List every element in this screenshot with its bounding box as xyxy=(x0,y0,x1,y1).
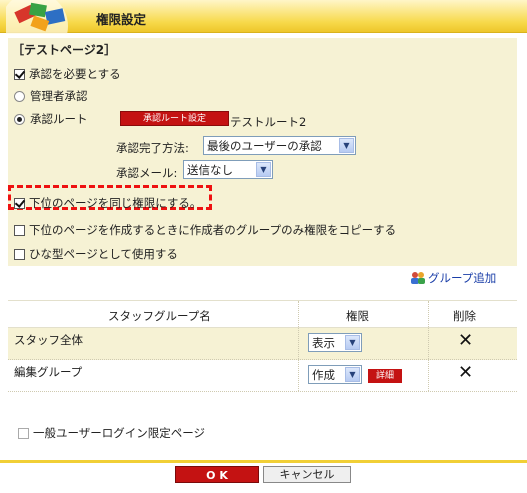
column-header-name: スタッフグループ名 xyxy=(108,309,211,323)
completion-method-value: 最後のユーザーの承認 xyxy=(207,138,322,153)
admin-approval-row[interactable]: 管理者承認 xyxy=(14,88,88,104)
admin-approval-radio[interactable] xyxy=(14,90,25,102)
table-header: スタッフグループ名 権限 削除 xyxy=(8,300,517,328)
template-use-row[interactable]: ひな型ページとして使用する xyxy=(14,246,178,262)
group-name: 編集グループ xyxy=(14,365,83,379)
approval-route-radio[interactable] xyxy=(14,113,25,125)
completion-method-select[interactable]: 最後のユーザーの承認 ▼ xyxy=(203,136,356,155)
delete-x-icon[interactable]: ✕ xyxy=(458,330,473,351)
require-approval-row[interactable]: 承認を必要とする xyxy=(14,66,121,82)
chevron-down-icon: ▼ xyxy=(256,162,271,177)
same-permission-label: 下位のページを同じ権限にする。 xyxy=(29,196,202,210)
login-only-row[interactable]: 一般ユーザーログイン限定ページ xyxy=(18,425,205,441)
column-divider xyxy=(298,360,299,391)
column-header-delete: 削除 xyxy=(453,309,476,323)
cancel-button[interactable]: キャンセル xyxy=(263,466,351,483)
table-row: 編集グループ 作成 ▼ 詳細 ✕ xyxy=(8,360,517,392)
settings-panel: ［テストページ2］ 承認を必要とする 管理者承認 承認ルート 承認ルート設定 テ… xyxy=(8,38,517,266)
footer-divider xyxy=(0,460,527,463)
detail-button[interactable]: 詳細 xyxy=(368,369,402,383)
copy-permission-row[interactable]: 下位のページを作成するときに作成者のグループのみ権限をコピーする xyxy=(14,222,396,238)
require-approval-checkbox[interactable] xyxy=(14,68,25,80)
same-permission-checkbox[interactable] xyxy=(14,197,25,209)
delete-x-icon[interactable]: ✕ xyxy=(458,362,473,383)
template-use-label: ひな型ページとして使用する xyxy=(29,247,178,261)
login-only-label: 一般ユーザーログイン限定ページ xyxy=(33,426,206,440)
add-group-link[interactable]: グループ追加 xyxy=(410,270,496,286)
column-divider xyxy=(428,301,429,327)
header-bar: 権限設定 xyxy=(0,0,527,34)
table-row: スタッフ全体 表示 ▼ ✕ xyxy=(8,328,517,360)
permission-table: スタッフグループ名 権限 削除 スタッフ全体 表示 ▼ ✕ 編集グループ 作成 … xyxy=(8,300,517,392)
completion-method-label: 承認完了方法: xyxy=(116,141,189,155)
add-group-label: グループ追加 xyxy=(428,271,497,285)
approval-route-row[interactable]: 承認ルート xyxy=(14,111,88,127)
require-approval-label: 承認を必要とする xyxy=(29,67,121,81)
route-name: テストルート2 xyxy=(230,115,307,129)
chevron-down-icon: ▼ xyxy=(345,367,360,382)
column-divider xyxy=(428,328,429,359)
same-permission-row[interactable]: 下位のページを同じ権限にする。 xyxy=(14,195,201,211)
column-header-permission: 権限 xyxy=(346,309,369,323)
permission-value: 表示 xyxy=(312,335,335,350)
admin-approval-label: 管理者承認 xyxy=(30,89,88,103)
page-name-label: ［テストページ2］ xyxy=(12,43,117,57)
login-only-checkbox[interactable] xyxy=(18,427,29,439)
approval-route-label: 承認ルート xyxy=(30,112,88,126)
copy-permission-label: 下位のページを作成するときに作成者のグループのみ権限をコピーする xyxy=(29,223,397,237)
page-title: 権限設定 xyxy=(96,12,147,27)
column-divider xyxy=(298,328,299,359)
approval-mail-label: 承認メール: xyxy=(116,166,178,180)
permission-select[interactable]: 作成 ▼ xyxy=(308,365,362,384)
ok-button[interactable]: O K xyxy=(175,466,259,483)
group-add-icon xyxy=(411,272,425,284)
route-settings-button[interactable]: 承認ルート設定 xyxy=(120,111,229,126)
permission-select[interactable]: 表示 ▼ xyxy=(308,333,362,352)
chevron-down-icon: ▼ xyxy=(345,335,360,350)
permission-value: 作成 xyxy=(312,367,335,382)
group-name: スタッフ全体 xyxy=(14,333,83,347)
chevron-down-icon: ▼ xyxy=(339,138,354,153)
approval-mail-value: 送信なし xyxy=(187,162,233,177)
template-use-checkbox[interactable] xyxy=(14,248,25,260)
column-divider xyxy=(298,301,299,327)
logo-icon xyxy=(6,0,68,34)
approval-mail-select[interactable]: 送信なし ▼ xyxy=(183,160,273,179)
copy-permission-checkbox[interactable] xyxy=(14,224,25,236)
column-divider xyxy=(428,360,429,391)
